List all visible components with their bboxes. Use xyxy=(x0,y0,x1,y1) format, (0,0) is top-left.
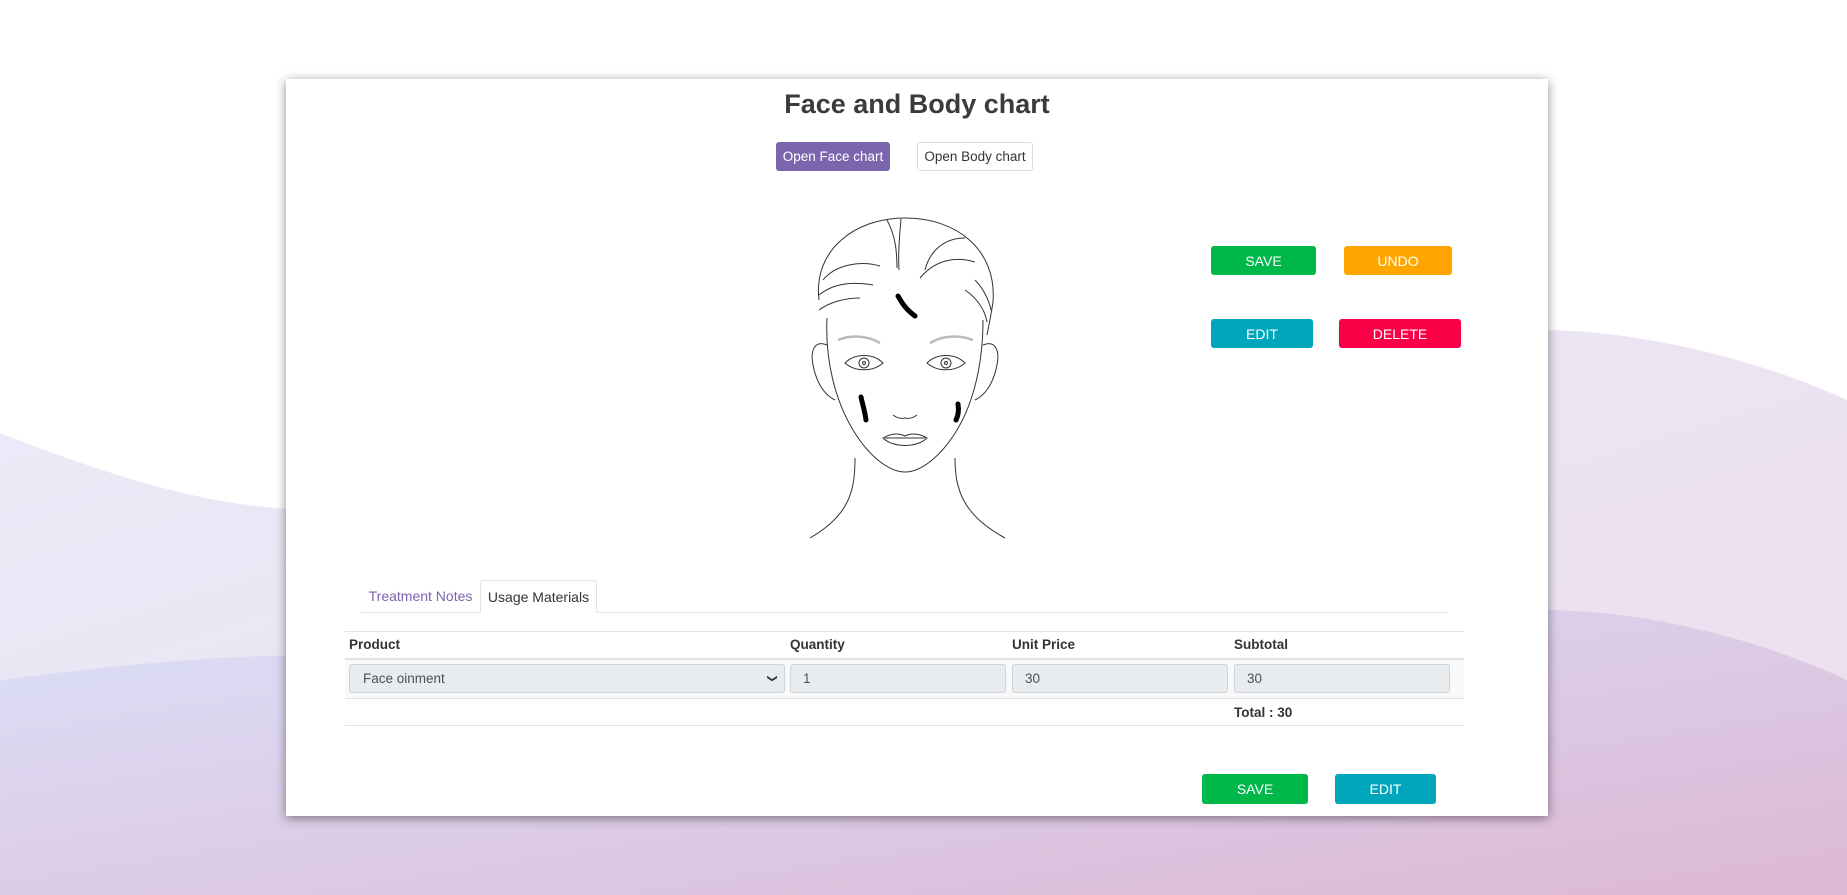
annotation-mark xyxy=(858,394,869,423)
save-materials-button[interactable]: SAVE xyxy=(1202,774,1308,804)
head-outline xyxy=(817,217,994,336)
face-contour xyxy=(826,317,984,473)
product-select-value: Face oinment xyxy=(363,671,445,686)
edit-materials-button[interactable]: EDIT xyxy=(1335,774,1436,804)
subtotal-field[interactable]: 30 xyxy=(1234,664,1450,693)
column-header-product: Product xyxy=(349,637,401,652)
product-select[interactable]: Face oinment ❯ xyxy=(349,664,785,693)
quantity-field[interactable]: 1 xyxy=(790,664,1006,693)
tab-bar: Treatment Notes Usage Materials xyxy=(361,580,1447,613)
column-header-unit-price: Unit Price xyxy=(1012,637,1076,652)
table-header: Product Quantity Unit Price Subtotal xyxy=(345,631,1464,660)
open-face-chart-button[interactable]: Open Face chart xyxy=(776,142,890,171)
save-chart-button[interactable]: SAVE xyxy=(1211,246,1316,275)
edit-chart-button[interactable]: EDIT xyxy=(1211,319,1313,348)
table-row: Face oinment ❯ 1 30 30 xyxy=(345,660,1464,699)
unit-price-field[interactable]: 30 xyxy=(1012,664,1228,693)
face-chart-canvas[interactable] xyxy=(805,210,1007,540)
column-header-quantity: Quantity xyxy=(790,637,845,652)
materials-table: Product Quantity Unit Price Subtotal Fac… xyxy=(345,631,1464,726)
table-total-row: Total : 30 xyxy=(345,699,1464,726)
chevron-down-icon: ❯ xyxy=(766,674,778,683)
open-body-chart-button[interactable]: Open Body chart xyxy=(917,142,1033,171)
total-amount: Total : 30 xyxy=(1234,705,1293,720)
tab-treatment-notes[interactable]: Treatment Notes xyxy=(361,580,480,612)
page-title: Face and Body chart xyxy=(784,89,1050,119)
tab-usage-materials[interactable]: Usage Materials xyxy=(480,580,597,613)
column-header-subtotal: Subtotal xyxy=(1234,637,1288,652)
undo-button[interactable]: UNDO xyxy=(1344,246,1452,275)
delete-button[interactable]: DELETE xyxy=(1339,319,1461,348)
annotation-mark xyxy=(895,293,918,319)
annotation-mark xyxy=(953,401,961,423)
face-body-chart-card: Face and Body chart Open Face chart Open… xyxy=(286,79,1548,816)
